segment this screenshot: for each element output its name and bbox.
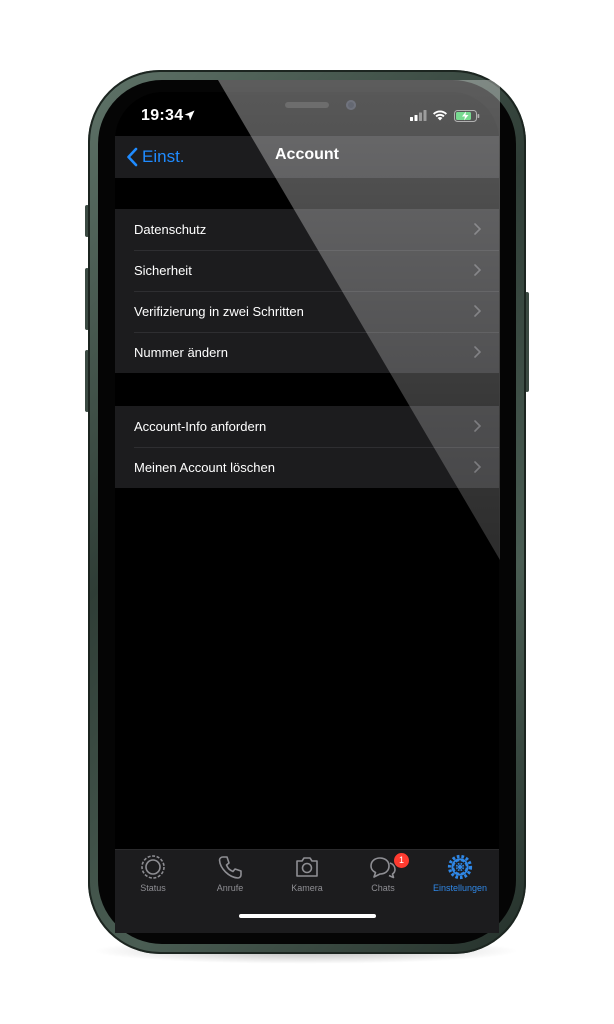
chevron-right-icon	[474, 305, 481, 317]
tab-settings[interactable]: Einstellungen	[425, 853, 495, 893]
list-item-label: Account-Info anfordern	[134, 419, 267, 434]
list-item-delete-account[interactable]: Meinen Account löschen	[115, 447, 499, 488]
gear-icon	[447, 854, 473, 880]
tab-label: Anrufe	[216, 883, 244, 893]
battery-charging-icon	[454, 110, 480, 122]
tab-label: Chats	[371, 883, 395, 893]
list-item-change-number[interactable]: Nummer ändern	[115, 332, 499, 373]
list-item-label: Nummer ändern	[134, 345, 228, 360]
device-mockup: 19:34 Einst. Account Datenschutz Sicherh…	[0, 0, 614, 1024]
chevron-right-icon	[474, 461, 481, 473]
notch	[200, 92, 414, 126]
phone-icon	[218, 856, 242, 879]
camera-icon	[296, 857, 318, 877]
list-item-request-account-info[interactable]: Account-Info anfordern	[115, 406, 499, 447]
list-item-privacy[interactable]: Datenschutz	[115, 209, 499, 250]
list-item-label: Sicherheit	[134, 263, 192, 278]
cellular-signal-icon	[410, 110, 427, 121]
chevron-right-icon	[474, 420, 481, 432]
list-item-label: Meinen Account löschen	[134, 460, 275, 475]
wifi-icon	[433, 110, 447, 121]
tab-label: Status	[140, 883, 166, 893]
location-arrow-icon	[184, 110, 195, 121]
speaker-grille	[285, 102, 329, 108]
home-indicator[interactable]	[239, 914, 376, 918]
tab-calls[interactable]: Anrufe	[195, 853, 265, 893]
tab-camera[interactable]: Kamera	[272, 853, 342, 893]
status-time: 19:34	[141, 107, 184, 124]
front-camera	[346, 100, 356, 110]
chevron-right-icon	[474, 223, 481, 235]
tab-label: Kamera	[291, 883, 323, 893]
list-item-two-step-verification[interactable]: Verifizierung in zwei Schritten	[115, 291, 499, 332]
unread-badge: 1	[394, 853, 409, 868]
list-item-label: Verifizierung in zwei Schritten	[134, 304, 304, 319]
chevron-right-icon	[474, 264, 481, 276]
page-title: Account	[275, 146, 339, 163]
settings-group-privacy: Datenschutz Sicherheit Verifizierung in …	[115, 209, 499, 373]
status-icon	[141, 855, 165, 879]
list-item-label: Datenschutz	[134, 222, 207, 237]
chevron-right-icon	[474, 346, 481, 358]
tab-status[interactable]: Status	[118, 853, 188, 893]
settings-group-account: Account-Info anfordern Meinen Account lö…	[115, 406, 499, 488]
tab-label: Einstellungen	[432, 883, 488, 893]
list-item-security[interactable]: Sicherheit	[115, 250, 499, 291]
